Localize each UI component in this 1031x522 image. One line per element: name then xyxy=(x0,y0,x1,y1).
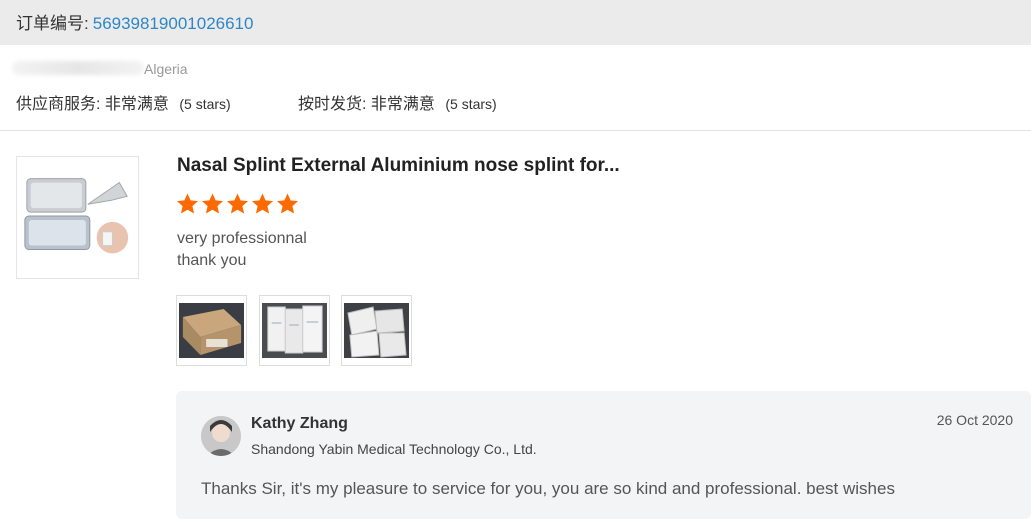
star-icon xyxy=(177,193,198,214)
seller-reply: Kathy Zhang Shandong Yabin Medical Techn… xyxy=(176,391,1031,519)
shipping-label: 按时发货: xyxy=(298,96,367,113)
review-photo-thumbnail[interactable] xyxy=(259,295,330,366)
shipping-value: 非常满意 xyxy=(370,96,435,113)
replier-name: Kathy Zhang xyxy=(251,415,348,432)
supplier-service-value: 非常满意 xyxy=(104,96,169,113)
replier-company[interactable]: Shandong Yabin Medical Technology Co., L… xyxy=(251,441,537,457)
packets-photo xyxy=(262,303,327,358)
box-photo xyxy=(179,303,244,358)
order-number-row: 订单编号: 56939819001026610 xyxy=(16,9,253,34)
avatar xyxy=(201,416,241,456)
product-image[interactable] xyxy=(16,156,139,279)
star-icon xyxy=(277,193,298,214)
product-title[interactable]: Nasal Splint External Aluminium nose spl… xyxy=(177,155,620,177)
review-photo-thumbnail[interactable] xyxy=(341,295,412,366)
order-header: 订单编号: 56939819001026610 xyxy=(0,0,1031,45)
order-number-label: 订单编号: xyxy=(16,14,89,33)
review-comment: very professionnal thank you xyxy=(177,228,307,272)
order-number-link[interactable]: 56939819001026610 xyxy=(93,14,254,33)
star-icon xyxy=(227,193,248,214)
review-line: very professionnal xyxy=(177,230,307,247)
buyer-country: Algeria xyxy=(144,61,188,77)
avatar-image xyxy=(201,416,241,456)
packets-closeup-photo xyxy=(344,303,409,358)
star-icon xyxy=(202,193,223,214)
supplier-service-label: 供应商服务: xyxy=(16,96,101,113)
review-star-rating xyxy=(175,192,300,216)
reply-text: Thanks Sir, it's my pleasure to service … xyxy=(201,479,895,498)
review-photo-thumbnail[interactable] xyxy=(176,295,247,366)
shipping-stars: (5 stars) xyxy=(445,96,497,112)
nasal-splint-image xyxy=(24,178,129,254)
shipping-rating: 按时发货: 非常满意 (5 stars) xyxy=(298,90,497,114)
buyer-name-redacted xyxy=(12,61,144,75)
star-icon xyxy=(252,193,273,214)
buyer-info: Algeria 供应商服务: 非常满意 (5 stars) 按时发货: 非常满意… xyxy=(0,45,1031,131)
supplier-service-stars: (5 stars) xyxy=(179,96,231,112)
review-line: thank you xyxy=(177,252,247,269)
supplier-service-rating: 供应商服务: 非常满意 (5 stars) xyxy=(16,90,231,114)
reply-date: 26 Oct 2020 xyxy=(936,412,1013,428)
